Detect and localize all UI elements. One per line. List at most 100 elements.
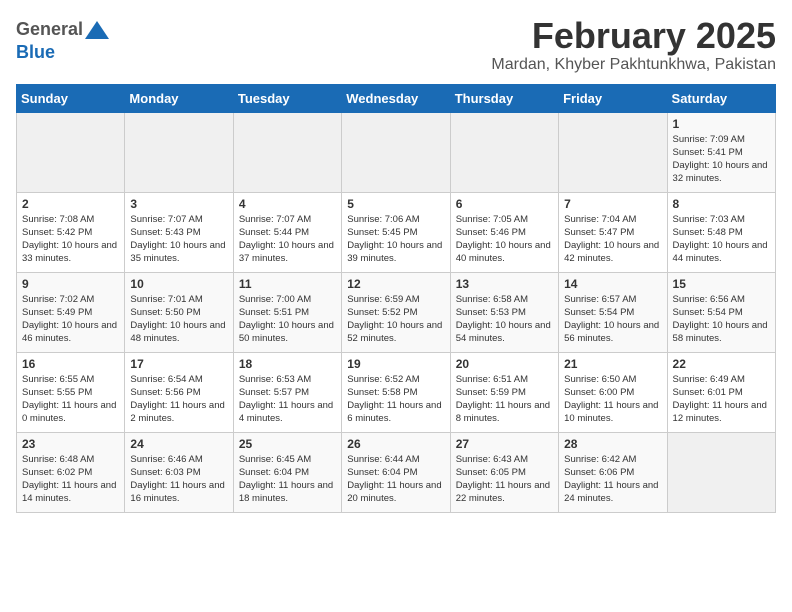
day-number: 7	[564, 197, 661, 211]
day-info: Sunrise: 7:06 AM Sunset: 5:45 PM Dayligh…	[347, 213, 444, 266]
day-number: 1	[673, 117, 770, 131]
page-header: General Blue February 2025 Mardan, Khybe…	[16, 16, 776, 74]
logo: General Blue	[16, 16, 111, 63]
calendar-cell: 21 Sunrise: 6:50 AM Sunset: 6:00 PM Dayli…	[559, 352, 667, 432]
day-info: Sunrise: 7:05 AM Sunset: 5:46 PM Dayligh…	[456, 213, 553, 266]
day-info: Sunrise: 6:52 AM Sunset: 5:58 PM Dayligh…	[347, 373, 444, 426]
calendar-cell: 8Sunrise: 7:03 AM Sunset: 5:48 PM Daylig…	[667, 192, 775, 272]
month-title: February 2025	[491, 16, 776, 56]
weekday-header-thursday: Thursday	[450, 84, 558, 112]
day-number: 6	[456, 197, 553, 211]
calendar-cell: 25 Sunrise: 6:45 AM Sunset: 6:04 PM Dayli…	[233, 432, 341, 512]
calendar-cell: 18 Sunrise: 6:53 AM Sunset: 5:57 PM Dayli…	[233, 352, 341, 432]
calendar-cell: 1 Sunrise: 7:09 AM Sunset: 5:41 PM Daylig…	[667, 112, 775, 192]
day-info: Sunrise: 6:59 AM Sunset: 5:52 PM Dayligh…	[347, 293, 444, 346]
weekday-header-saturday: Saturday	[667, 84, 775, 112]
calendar-cell: 9Sunrise: 7:02 AM Sunset: 5:49 PM Daylig…	[17, 272, 125, 352]
weekday-header-wednesday: Wednesday	[342, 84, 450, 112]
calendar-cell: 19 Sunrise: 6:52 AM Sunset: 5:58 PM Dayli…	[342, 352, 450, 432]
logo-general-text: General	[16, 19, 83, 40]
calendar-cell	[559, 112, 667, 192]
day-info: Sunrise: 6:53 AM Sunset: 5:57 PM Dayligh…	[239, 373, 336, 426]
calendar-cell	[17, 112, 125, 192]
day-info: Sunrise: 6:54 AM Sunset: 5:56 PM Dayligh…	[130, 373, 227, 426]
calendar-week-4: 16 Sunrise: 6:55 AM Sunset: 5:55 PM Dayli…	[17, 352, 776, 432]
calendar-cell: 17 Sunrise: 6:54 AM Sunset: 5:56 PM Dayli…	[125, 352, 233, 432]
weekday-header-monday: Monday	[125, 84, 233, 112]
day-number: 14	[564, 277, 661, 291]
day-info: Sunrise: 7:08 AM Sunset: 5:42 PM Dayligh…	[22, 213, 119, 266]
day-info: Sunrise: 6:58 AM Sunset: 5:53 PM Dayligh…	[456, 293, 553, 346]
day-number: 18	[239, 357, 336, 371]
day-info: Sunrise: 7:04 AM Sunset: 5:47 PM Dayligh…	[564, 213, 661, 266]
day-number: 19	[347, 357, 444, 371]
calendar-cell	[667, 432, 775, 512]
logo-blue-text: Blue	[16, 42, 55, 62]
day-number: 8	[673, 197, 770, 211]
weekday-header-friday: Friday	[559, 84, 667, 112]
day-number: 21	[564, 357, 661, 371]
day-number: 22	[673, 357, 770, 371]
day-number: 3	[130, 197, 227, 211]
day-info: Sunrise: 6:56 AM Sunset: 5:54 PM Dayligh…	[673, 293, 770, 346]
day-info: Sunrise: 7:07 AM Sunset: 5:43 PM Dayligh…	[130, 213, 227, 266]
calendar-body: 1 Sunrise: 7:09 AM Sunset: 5:41 PM Daylig…	[17, 112, 776, 512]
day-info: Sunrise: 6:46 AM Sunset: 6:03 PM Dayligh…	[130, 453, 227, 506]
day-number: 13	[456, 277, 553, 291]
day-info: Sunrise: 6:45 AM Sunset: 6:04 PM Dayligh…	[239, 453, 336, 506]
day-info: Sunrise: 7:01 AM Sunset: 5:50 PM Dayligh…	[130, 293, 227, 346]
calendar-week-2: 2 Sunrise: 7:08 AM Sunset: 5:42 PM Daylig…	[17, 192, 776, 272]
day-number: 28	[564, 437, 661, 451]
calendar-cell	[125, 112, 233, 192]
day-info: Sunrise: 7:09 AM Sunset: 5:41 PM Dayligh…	[673, 133, 770, 186]
calendar-cell: 4Sunrise: 7:07 AM Sunset: 5:44 PM Daylig…	[233, 192, 341, 272]
calendar-cell: 20 Sunrise: 6:51 AM Sunset: 5:59 PM Dayli…	[450, 352, 558, 432]
logo-triangle-icon	[83, 19, 111, 41]
day-info: Sunrise: 7:07 AM Sunset: 5:44 PM Dayligh…	[239, 213, 336, 266]
day-number: 17	[130, 357, 227, 371]
day-number: 25	[239, 437, 336, 451]
calendar-cell: 23 Sunrise: 6:48 AM Sunset: 6:02 PM Dayli…	[17, 432, 125, 512]
calendar-week-5: 23 Sunrise: 6:48 AM Sunset: 6:02 PM Dayli…	[17, 432, 776, 512]
day-number: 23	[22, 437, 119, 451]
calendar-cell: 7 Sunrise: 7:04 AM Sunset: 5:47 PM Daylig…	[559, 192, 667, 272]
weekday-header-sunday: Sunday	[17, 84, 125, 112]
calendar-week-3: 9Sunrise: 7:02 AM Sunset: 5:49 PM Daylig…	[17, 272, 776, 352]
day-number: 11	[239, 277, 336, 291]
calendar-cell: 14 Sunrise: 6:57 AM Sunset: 5:54 PM Dayli…	[559, 272, 667, 352]
calendar-cell: 15Sunrise: 6:56 AM Sunset: 5:54 PM Dayli…	[667, 272, 775, 352]
day-number: 16	[22, 357, 119, 371]
day-info: Sunrise: 6:44 AM Sunset: 6:04 PM Dayligh…	[347, 453, 444, 506]
calendar-cell: 26Sunrise: 6:44 AM Sunset: 6:04 PM Dayli…	[342, 432, 450, 512]
day-number: 20	[456, 357, 553, 371]
calendar-cell: 24 Sunrise: 6:46 AM Sunset: 6:03 PM Dayli…	[125, 432, 233, 512]
day-info: Sunrise: 7:02 AM Sunset: 5:49 PM Dayligh…	[22, 293, 119, 346]
calendar-cell: 11Sunrise: 7:00 AM Sunset: 5:51 PM Dayli…	[233, 272, 341, 352]
calendar-week-1: 1 Sunrise: 7:09 AM Sunset: 5:41 PM Daylig…	[17, 112, 776, 192]
day-number: 24	[130, 437, 227, 451]
day-info: Sunrise: 6:48 AM Sunset: 6:02 PM Dayligh…	[22, 453, 119, 506]
calendar-header-row: SundayMondayTuesdayWednesdayThursdayFrid…	[17, 84, 776, 112]
calendar-cell: 6 Sunrise: 7:05 AM Sunset: 5:46 PM Daylig…	[450, 192, 558, 272]
calendar-cell: 22 Sunrise: 6:49 AM Sunset: 6:01 PM Dayli…	[667, 352, 775, 432]
day-number: 5	[347, 197, 444, 211]
day-info: Sunrise: 6:57 AM Sunset: 5:54 PM Dayligh…	[564, 293, 661, 346]
weekday-header-tuesday: Tuesday	[233, 84, 341, 112]
day-info: Sunrise: 6:42 AM Sunset: 6:06 PM Dayligh…	[564, 453, 661, 506]
day-info: Sunrise: 6:49 AM Sunset: 6:01 PM Dayligh…	[673, 373, 770, 426]
calendar-table: SundayMondayTuesdayWednesdayThursdayFrid…	[16, 84, 776, 513]
calendar-cell: 5 Sunrise: 7:06 AM Sunset: 5:45 PM Daylig…	[342, 192, 450, 272]
location-title: Mardan, Khyber Pakhtunkhwa, Pakistan	[491, 56, 776, 74]
day-number: 2	[22, 197, 119, 211]
day-number: 12	[347, 277, 444, 291]
calendar-cell: 16 Sunrise: 6:55 AM Sunset: 5:55 PM Dayli…	[17, 352, 125, 432]
calendar-cell	[450, 112, 558, 192]
calendar-cell: 13 Sunrise: 6:58 AM Sunset: 5:53 PM Dayli…	[450, 272, 558, 352]
day-info: Sunrise: 6:51 AM Sunset: 5:59 PM Dayligh…	[456, 373, 553, 426]
day-info: Sunrise: 6:43 AM Sunset: 6:05 PM Dayligh…	[456, 453, 553, 506]
day-info: Sunrise: 6:55 AM Sunset: 5:55 PM Dayligh…	[22, 373, 119, 426]
day-info: Sunrise: 6:50 AM Sunset: 6:00 PM Dayligh…	[564, 373, 661, 426]
calendar-cell: 2 Sunrise: 7:08 AM Sunset: 5:42 PM Daylig…	[17, 192, 125, 272]
calendar-cell: 3 Sunrise: 7:07 AM Sunset: 5:43 PM Daylig…	[125, 192, 233, 272]
calendar-cell: 10Sunrise: 7:01 AM Sunset: 5:50 PM Dayli…	[125, 272, 233, 352]
